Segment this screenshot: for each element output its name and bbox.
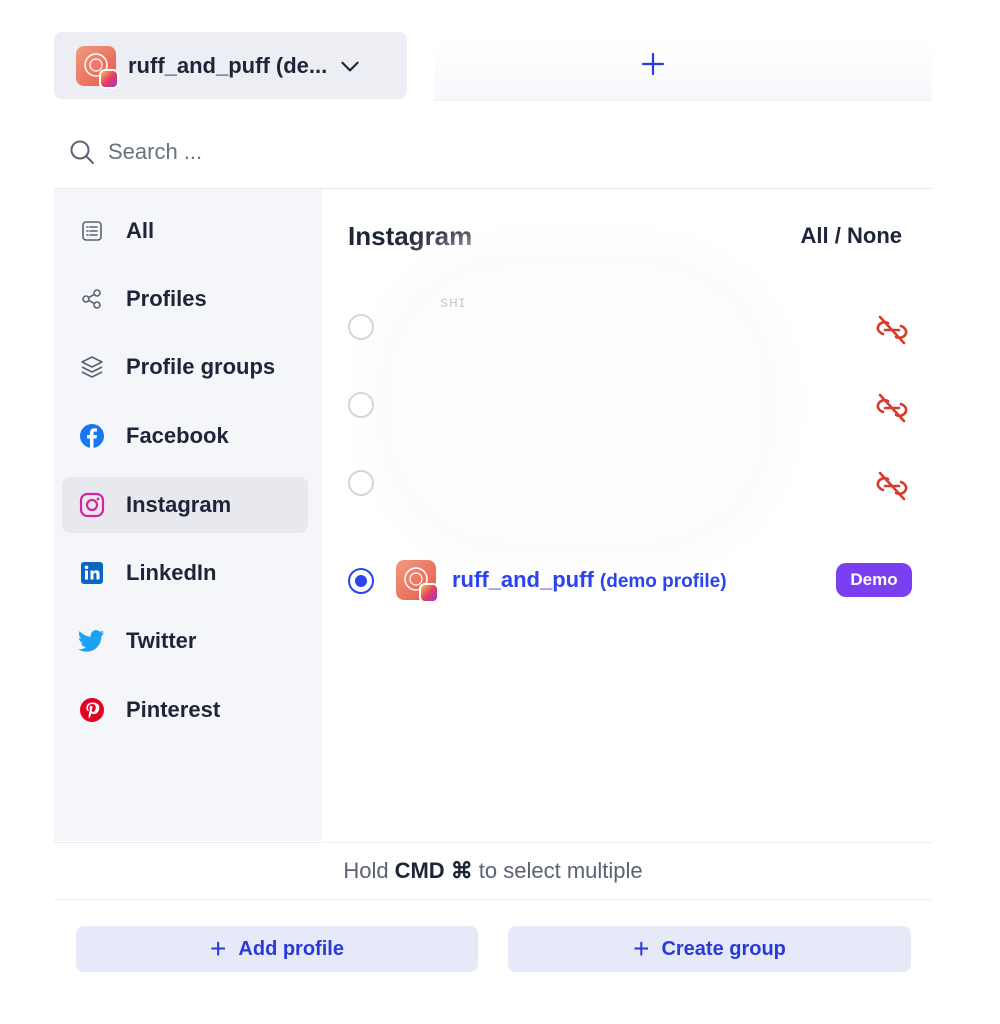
pinterest-icon: [78, 696, 106, 724]
sidebar-item-label: Profile groups: [126, 354, 276, 379]
disconnected-link-icon[interactable]: [874, 391, 910, 425]
sidebar-item-profiles[interactable]: Profiles: [62, 271, 308, 327]
list-icon: [78, 217, 106, 245]
account-radio-selected[interactable]: [348, 568, 374, 594]
sidebar-item-label: Instagram: [126, 492, 232, 517]
add-tab-plus-icon[interactable]: [639, 50, 667, 78]
account-handle: ruff_and_puff: [452, 567, 594, 592]
sidebar-item-twitter[interactable]: Twitter: [62, 613, 308, 669]
account-list-panel: Instagram All / None ѕнɪ ruff_and_puff (…: [322, 189, 932, 841]
account-suffix: (demo profile): [599, 571, 727, 592]
linkedin-icon: [78, 559, 106, 587]
demo-badge: Demo: [836, 563, 912, 597]
selected-profile-name: ruff_and_puff (de...: [128, 52, 328, 78]
facebook-icon: [78, 422, 106, 450]
instagram-badge-icon: [99, 68, 119, 89]
sidebar-item-linkedin[interactable]: LinkedIn: [62, 545, 308, 601]
top-bar: ruff_and_puff (de...: [54, 30, 932, 101]
sidebar: All Profiles Profile groups Facebook Ins…: [54, 189, 322, 841]
add-profile-button[interactable]: + Add profile: [76, 926, 478, 972]
add-profile-label: Add profile: [238, 937, 344, 960]
profile-selector-dropdown[interactable]: ruff_and_puff (de...: [54, 32, 407, 99]
account-radio[interactable]: [348, 314, 374, 340]
twitter-icon: [78, 627, 106, 655]
list-item[interactable]: [322, 457, 932, 517]
hint-prefix: Hold: [343, 858, 389, 883]
disconnected-link-icon[interactable]: [874, 313, 910, 347]
tab-strip: [434, 40, 932, 101]
plus-icon: +: [210, 933, 227, 964]
sidebar-item-label: Facebook: [126, 423, 229, 448]
account-radio[interactable]: [348, 392, 374, 418]
plus-icon: +: [633, 933, 650, 964]
disconnected-link-icon[interactable]: [874, 469, 910, 503]
sidebar-item-all[interactable]: All: [62, 203, 308, 259]
hint-suffix: to select multiple: [478, 858, 643, 883]
profile-picker-panel: ruff_and_puff (de... All Pro: [54, 30, 932, 990]
sidebar-item-label: Twitter: [126, 628, 197, 653]
sidebar-item-instagram[interactable]: Instagram: [62, 477, 308, 533]
multi-select-hint: Hold CMD ⌘ to select multiple: [54, 842, 932, 900]
search-input[interactable]: [106, 138, 710, 166]
profile-avatar: [76, 45, 119, 89]
sidebar-item-label: LinkedIn: [126, 560, 217, 585]
sidebar-item-pinterest[interactable]: Pinterest: [62, 682, 308, 738]
account-avatar: [396, 560, 439, 603]
create-group-button[interactable]: + Create group: [508, 926, 911, 972]
share-nodes-icon: [78, 285, 106, 313]
section-title: Instagram: [348, 221, 473, 251]
instagram-badge-icon: [419, 583, 439, 603]
chevron-down-icon: [341, 61, 359, 71]
sidebar-item-label: All: [126, 218, 155, 243]
account-name: ruff_and_puff (demo profile): [452, 567, 727, 593]
instagram-icon: [78, 491, 106, 519]
sidebar-item-label: Profiles: [126, 286, 207, 311]
sidebar-item-profile-groups[interactable]: Profile groups: [62, 339, 308, 395]
list-item[interactable]: [322, 379, 932, 439]
select-all-none-link[interactable]: All / None: [801, 223, 902, 249]
list-item-selected[interactable]: ruff_and_puff (demo profile) Demo: [322, 551, 932, 611]
create-group-label: Create group: [661, 937, 786, 960]
account-radio[interactable]: [348, 470, 374, 496]
layers-icon: [78, 353, 106, 381]
sidebar-item-facebook[interactable]: Facebook: [62, 408, 308, 464]
search-icon: [70, 140, 94, 164]
hint-key: CMD ⌘: [394, 858, 473, 883]
list-item[interactable]: [322, 301, 932, 361]
sidebar-item-label: Pinterest: [126, 697, 221, 722]
search-bar: [54, 116, 932, 189]
